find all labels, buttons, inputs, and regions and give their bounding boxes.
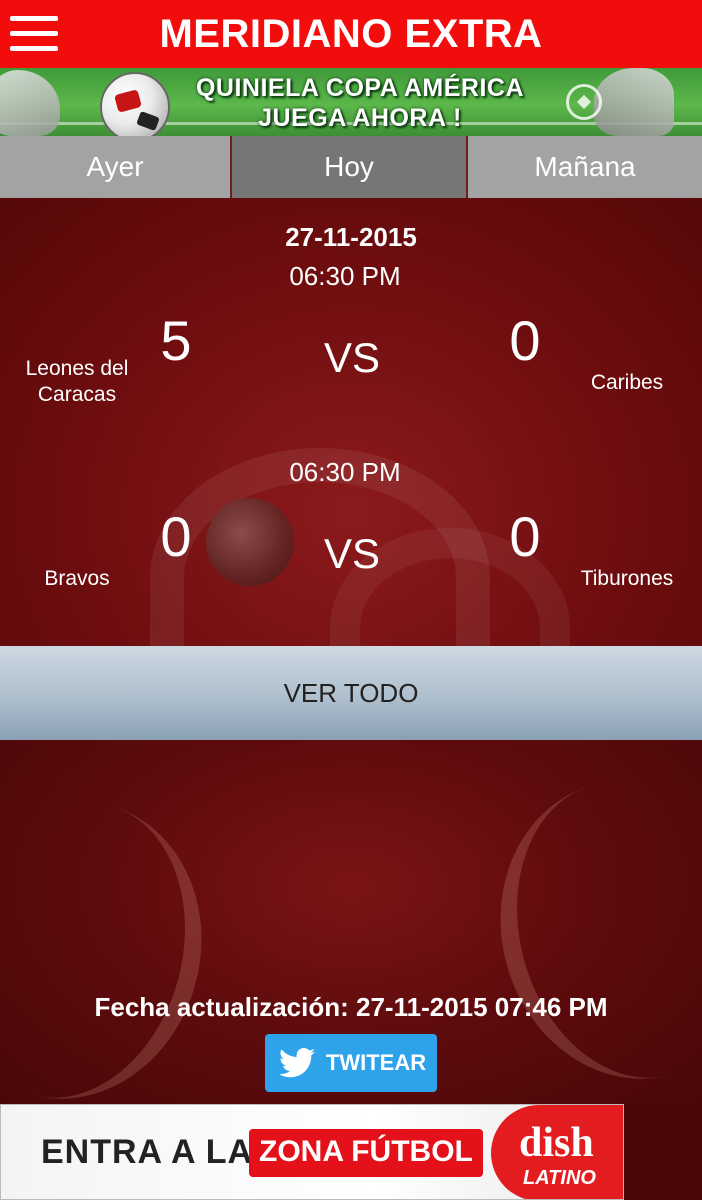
promo-line-1: QUINIELA COPA AMÉRICA — [195, 74, 525, 102]
away-score: 0 — [509, 505, 541, 568]
away-team: Caribes — [590, 371, 664, 394]
right-margin-strip — [624, 1104, 702, 1200]
lower-panel: Fecha actualización: 27-11-2015 07:46 PM… — [0, 740, 702, 1104]
dish-logo: dish — [519, 1120, 594, 1166]
scores-panel: 27-11-2015 06:30 PM 5 VS 0 Leones del Ca… — [0, 198, 702, 646]
away-team: Tiburones — [580, 567, 674, 590]
last-update-text: Fecha actualización: 27-11-2015 07:46 PM — [94, 992, 608, 1022]
soccer-ball-image — [100, 72, 170, 136]
player-image — [594, 68, 674, 136]
vs-label: VS — [323, 530, 381, 577]
match-time: 06:30 PM — [289, 261, 401, 291]
home-team: Bravos — [44, 567, 110, 590]
match-row[interactable]: 06:30 PM 0 VS 0 Bravos Tiburones — [0, 452, 702, 642]
vs-label: VS — [323, 334, 381, 381]
app-title: MERIDIANO EXTRA — [159, 12, 543, 56]
app-header: MERIDIANO EXTRA — [0, 0, 702, 68]
promo-line-2: JUEGA AHORA ! — [258, 104, 462, 132]
match-date: 27-11-2015 — [285, 222, 417, 252]
home-score: 5 — [160, 309, 192, 372]
dish-latino-ad-banner[interactable]: ENTRA A LA ZONA FÚTBOL dish LATINO — [0, 1104, 624, 1200]
tab-ayer[interactable]: Ayer — [0, 136, 232, 198]
light-streak-decoration — [467, 751, 702, 1104]
day-tabs: Ayer Hoy Mañana — [0, 136, 702, 198]
ad-text-entra: ENTRA A LA — [41, 1133, 254, 1171]
home-team: Leones del Caracas — [25, 357, 129, 406]
match-row[interactable]: 06:30 PM 5 VS 0 Leones del Caracas Carib… — [0, 256, 702, 446]
tab-manana[interactable]: Mañana — [468, 136, 702, 198]
dish-latino-label: LATINO — [523, 1167, 596, 1189]
match-time: 06:30 PM — [289, 457, 401, 487]
away-score: 0 — [509, 309, 541, 372]
player-image — [0, 70, 60, 136]
light-streak-decoration — [0, 771, 235, 1104]
tab-hoy[interactable]: Hoy — [232, 136, 468, 198]
twitter-button-label: TWITEAR — [325, 1050, 427, 1075]
home-score: 0 — [160, 505, 192, 568]
twitter-bird-icon — [279, 1048, 315, 1078]
promo-banner-copa-america[interactable]: QUINIELA COPA AMÉRICA JUEGA AHORA ! — [0, 68, 702, 136]
ad-text-zona-futbol: ZONA FÚTBOL — [249, 1129, 483, 1177]
ver-todo-button[interactable]: VER TODO — [0, 646, 702, 740]
soccer-ball-icon — [566, 84, 602, 120]
twitter-share-button[interactable]: TWITEAR — [265, 1034, 437, 1092]
